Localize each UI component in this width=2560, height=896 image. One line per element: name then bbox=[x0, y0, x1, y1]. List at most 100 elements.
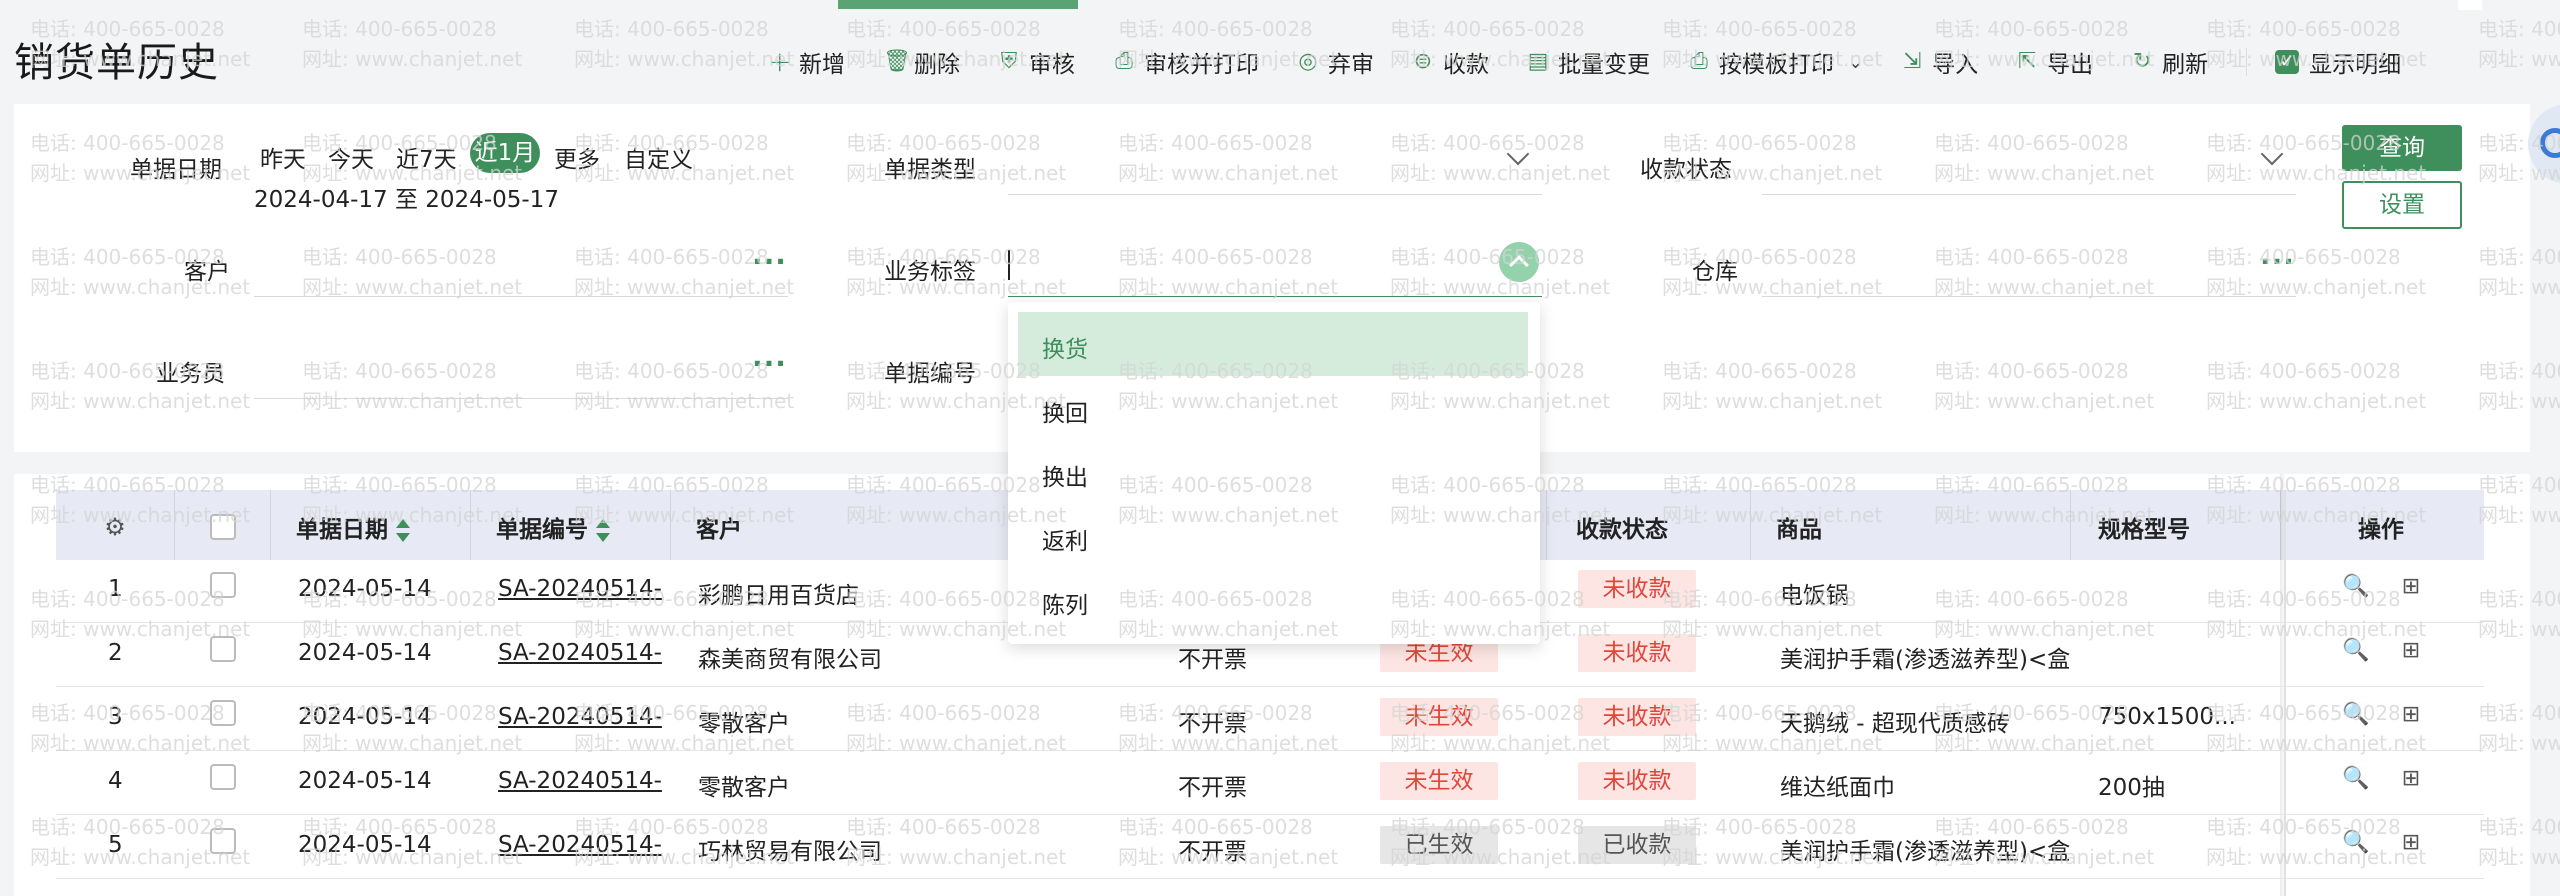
pay-status-select[interactable] bbox=[1762, 194, 2296, 195]
pay-status-badge: 未收款 bbox=[1578, 634, 1696, 672]
batch-change-button[interactable]: ▤ 批量变更 bbox=[1527, 45, 1650, 79]
date-option-yesterday[interactable]: 昨天 bbox=[260, 140, 306, 174]
customer-label: 客户 bbox=[184, 259, 230, 285]
sort-icon[interactable] bbox=[596, 518, 610, 543]
view-detail-icon[interactable]: 🔍 bbox=[2342, 638, 2369, 664]
effect-status-badge: 未生效 bbox=[1380, 698, 1498, 736]
more-icon[interactable]: ··· bbox=[752, 248, 787, 276]
printer-icon: ⎙ bbox=[1690, 49, 1708, 74]
dropdown-option[interactable]: 换出 bbox=[1042, 458, 1088, 492]
refresh-icon: ↻ bbox=[2132, 49, 2152, 74]
audit-button[interactable]: ⛨ 审核 bbox=[998, 45, 1075, 79]
view-detail-icon[interactable]: 🔍 bbox=[2342, 830, 2369, 856]
pay-status-badge: 未收款 bbox=[1578, 570, 1696, 608]
date-option-1month[interactable]: 近1月 bbox=[470, 133, 540, 173]
salesman-label: 业务员 bbox=[156, 361, 225, 387]
col-header-spec[interactable]: 规格型号 bbox=[2098, 510, 2190, 544]
row-checkbox[interactable] bbox=[210, 572, 236, 598]
fixed-column-divider bbox=[2284, 490, 2286, 896]
watermark-text: 电话: 400-665-0028网址: www.chanjet.net bbox=[574, 17, 795, 71]
dropdown-option[interactable]: 返利 bbox=[1042, 522, 1088, 556]
cell-customer: 彩鹏日用百货店 bbox=[698, 583, 859, 609]
chevron-up-icon[interactable] bbox=[1499, 242, 1539, 282]
customer-input[interactable] bbox=[254, 296, 788, 297]
floating-assistant-button[interactable] bbox=[2528, 104, 2560, 184]
audit-print-button[interactable]: ⎙ 审核并打印 bbox=[1113, 45, 1259, 79]
trash-icon: 🗑 bbox=[883, 49, 911, 74]
cell-doc-no-link[interactable]: SA-20240514- bbox=[498, 576, 662, 602]
more-icon[interactable]: ··· bbox=[752, 350, 787, 378]
view-detail-icon[interactable]: 🔍 bbox=[2342, 574, 2369, 600]
cell-doc-no-link[interactable]: SA-20240514- bbox=[498, 832, 662, 858]
col-header-customer[interactable]: 客户 bbox=[696, 510, 742, 544]
row-number: 2 bbox=[108, 640, 123, 666]
sort-icon[interactable] bbox=[396, 518, 410, 543]
gear-icon[interactable]: ⚙ bbox=[102, 514, 128, 540]
row-checkbox[interactable] bbox=[210, 828, 236, 854]
row-number: 3 bbox=[108, 704, 123, 730]
cell-invoice: 不开票 bbox=[1178, 839, 1247, 865]
page-title: 销货单历史 bbox=[14, 40, 219, 86]
query-button[interactable]: 查询 bbox=[2342, 125, 2462, 171]
col-header-pay-status[interactable]: 收款状态 bbox=[1576, 510, 1668, 544]
cell-spec: 750x1500... bbox=[2098, 704, 2236, 730]
row-number: 5 bbox=[108, 832, 123, 858]
view-detail-icon[interactable]: 🔍 bbox=[2342, 702, 2369, 728]
chevron-down-icon: ⌄ bbox=[1848, 51, 1864, 73]
doc-no-label: 单据编号 bbox=[884, 361, 976, 387]
row-divider bbox=[56, 686, 2484, 687]
grid-icon[interactable]: ⊞ bbox=[2398, 766, 2424, 792]
cell-product: 电饭锅 bbox=[1780, 583, 1849, 609]
settings-button[interactable]: 设置 bbox=[2342, 181, 2462, 229]
col-header-doc-no[interactable]: 单据编号 bbox=[496, 510, 610, 544]
salesman-input[interactable] bbox=[254, 398, 788, 399]
import-icon: ⇲ bbox=[1902, 49, 1922, 74]
export-button[interactable]: ⇱ 导出 bbox=[2016, 45, 2093, 79]
select-all-checkbox[interactable] bbox=[210, 514, 236, 540]
unaudit-button[interactable]: ◎ 弃审 bbox=[1297, 45, 1374, 79]
cell-invoice: 不开票 bbox=[1178, 775, 1247, 801]
view-detail-icon[interactable]: 🔍 bbox=[2342, 766, 2369, 792]
col-header-product[interactable]: 商品 bbox=[1776, 510, 1822, 544]
warehouse-input[interactable] bbox=[1762, 296, 2296, 297]
biz-tag-dropdown: 换货 换回 换出 返利 陈列 bbox=[1008, 302, 1540, 644]
dropdown-option[interactable]: 换回 bbox=[1042, 394, 1088, 428]
show-detail-toggle[interactable]: ✓ 显示明细 bbox=[2275, 45, 2401, 79]
grid-icon[interactable]: ⊞ bbox=[2398, 702, 2424, 728]
more-icon[interactable]: ··· bbox=[2260, 248, 2295, 276]
import-button[interactable]: ⇲ 导入 bbox=[1901, 45, 1978, 79]
date-option-custom[interactable]: 自定义 bbox=[624, 140, 693, 174]
row-checkbox[interactable] bbox=[210, 764, 236, 790]
dropdown-option[interactable]: 陈列 bbox=[1042, 586, 1088, 620]
collect-icon: ⊜ bbox=[1413, 49, 1433, 74]
col-divider bbox=[1750, 490, 1751, 560]
pay-status-badge: 未收款 bbox=[1578, 762, 1696, 800]
toolbar: + 新增 🗑 删除 ⛨ 审核 ⎙ 审核并打印 ◎ 弃审 ⊜ 收款 ▤ 批量变更 ⎙ 按模板打印 ⌄… bbox=[768, 42, 2401, 82]
dropdown-option[interactable]: 换货 bbox=[1042, 330, 1088, 364]
tab-stub bbox=[2458, 0, 2482, 10]
delete-button[interactable]: 🗑 删除 bbox=[883, 45, 960, 79]
row-checkbox[interactable] bbox=[210, 636, 236, 662]
cell-product: 美润护手霜(渗透滋养型)<盒 bbox=[1780, 647, 2071, 673]
cell-invoice: 不开票 bbox=[1178, 647, 1247, 673]
date-option-7days[interactable]: 近7天 bbox=[396, 140, 457, 174]
cell-customer: 巧林贸易有限公司 bbox=[698, 839, 882, 865]
doc-type-select[interactable] bbox=[1008, 194, 1542, 195]
date-range-text[interactable]: 2024-04-17 至 2024-05-17 bbox=[254, 180, 559, 214]
collect-button[interactable]: ⊜ 收款 bbox=[1412, 45, 1489, 79]
col-header-date[interactable]: 单据日期 bbox=[296, 510, 410, 544]
template-print-button[interactable]: ⎙ 按模板打印 ⌄ bbox=[1688, 45, 1863, 79]
cell-doc-no-link[interactable]: SA-20240514- bbox=[498, 768, 662, 794]
row-checkbox[interactable] bbox=[210, 700, 236, 726]
cell-doc-no-link[interactable]: SA-20240514- bbox=[498, 704, 662, 730]
grid-icon[interactable]: ⊞ bbox=[2398, 638, 2424, 664]
date-option-today[interactable]: 今天 bbox=[328, 140, 374, 174]
add-button[interactable]: + 新增 bbox=[768, 45, 845, 79]
active-tab-indicator[interactable] bbox=[838, 0, 1078, 9]
cell-doc-no-link[interactable]: SA-20240514- bbox=[498, 640, 662, 666]
refresh-button[interactable]: ↻ 刷新 bbox=[2131, 45, 2208, 79]
grid-icon[interactable]: ⊞ bbox=[2398, 574, 2424, 600]
date-option-more[interactable]: 更多 bbox=[554, 140, 600, 174]
biz-tag-select[interactable] bbox=[1008, 296, 1542, 297]
grid-icon[interactable]: ⊞ bbox=[2398, 830, 2424, 856]
